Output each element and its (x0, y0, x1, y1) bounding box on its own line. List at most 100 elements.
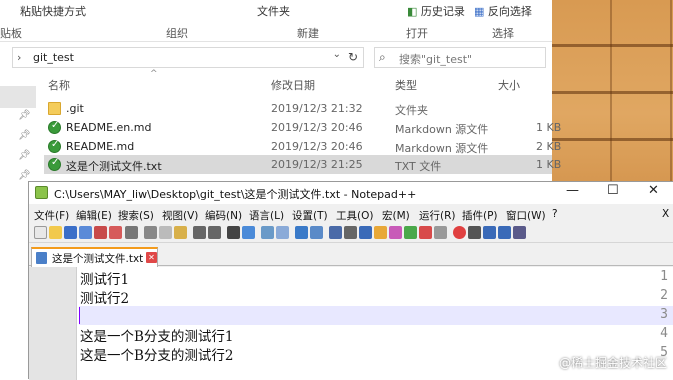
menu-encoding[interactable]: 编码(N) (205, 208, 242, 223)
pin-icon[interactable]: 📌︎ (18, 110, 31, 121)
close-document-button[interactable]: X (662, 208, 669, 220)
pin-icon[interactable]: 📌︎ (18, 130, 31, 141)
line-number: 1 (660, 269, 668, 284)
tab-bar: 这是个测试文件.txt ✕ (29, 244, 673, 267)
folder-workspace-icon[interactable] (419, 226, 432, 239)
play-macro-icon[interactable] (483, 226, 496, 239)
menu-macro[interactable]: 宏(M) (382, 208, 410, 223)
file-type: 文件夹 (395, 104, 428, 117)
menu-bar: 文件(F) 编辑(E) 搜索(S) 视图(V) 编码(N) 语言(L) 设置(T… (29, 205, 673, 223)
undo-icon[interactable] (193, 226, 206, 239)
menu-help[interactable]: ? (552, 208, 558, 220)
editor-line[interactable]: 测试行2 (79, 287, 673, 307)
title-bar[interactable]: C:\Users\MAY_liw\Desktop\git_test\这是个测试文… (29, 182, 673, 204)
pin-icon[interactable]: 📌︎ (18, 170, 31, 181)
udl-icon[interactable] (374, 226, 387, 239)
group-clipboard: 贴板 (0, 27, 22, 40)
line-text: 测试行2 (80, 291, 130, 307)
cut-icon[interactable] (144, 226, 157, 239)
menu-language[interactable]: 语言(L) (249, 208, 284, 223)
sync-v-icon[interactable] (295, 226, 308, 239)
close-file-icon[interactable] (94, 226, 107, 239)
file-row[interactable]: .git 2019/12/3 21:32 文件夹 (44, 99, 552, 118)
close-all-icon[interactable] (109, 226, 122, 239)
file-size: 1 KB (536, 158, 562, 171)
menu-file[interactable]: 文件(F) (34, 208, 69, 223)
tab-close-icon[interactable]: ✕ (146, 252, 157, 263)
sync-h-icon[interactable] (310, 226, 323, 239)
group-open: 打开 (406, 27, 428, 40)
menu-search[interactable]: 搜索(S) (118, 208, 154, 223)
file-date: 2019/12/3 20:46 (271, 140, 363, 153)
stop-macro-icon[interactable] (468, 226, 481, 239)
editor-line-current[interactable] (79, 306, 673, 325)
zoom-in-icon[interactable] (261, 226, 274, 239)
file-row[interactable]: README.en.md 2019/12/3 20:46 Markdown 源文… (44, 118, 561, 137)
paste-icon[interactable] (174, 226, 187, 239)
run-macro-multiple-icon[interactable] (498, 226, 511, 239)
line-text: 这是一个B分支的测试行1 (80, 329, 234, 345)
nav-selected-item[interactable] (0, 86, 36, 108)
menu-settings[interactable]: 设置(T) (292, 208, 328, 223)
maximize-button[interactable]: ☐ (607, 183, 619, 198)
file-row[interactable]: README.md 2019/12/3 20:46 Markdown 源文件 2… (44, 137, 561, 156)
chevron-down-icon[interactable]: ⌄ (333, 49, 341, 60)
open-file-icon[interactable] (49, 226, 62, 239)
line-number: 4 (660, 326, 668, 341)
line-number-gutter (29, 267, 77, 380)
editor-line[interactable]: 这是一个B分支的测试行1 (79, 325, 673, 345)
close-button[interactable]: ✕ (648, 183, 659, 198)
tab-label: 这是个测试文件.txt (52, 253, 144, 265)
ribbon-group-labels: 贴板 组织 新建 打开 选择 (0, 20, 552, 42)
monitoring-icon[interactable] (434, 226, 447, 239)
menu-edit[interactable]: 编辑(E) (76, 208, 112, 223)
function-list-icon[interactable] (404, 226, 417, 239)
group-new: 新建 (297, 27, 319, 40)
doc-map-icon[interactable] (389, 226, 402, 239)
menu-run[interactable]: 运行(R) (419, 208, 456, 223)
save-icon[interactable] (64, 226, 77, 239)
menu-window[interactable]: 窗口(W) (506, 208, 546, 223)
redo-icon[interactable] (208, 226, 221, 239)
tab-document[interactable]: 这是个测试文件.txt ✕ (31, 247, 158, 267)
record-macro-icon[interactable] (453, 226, 466, 239)
search-icon: ⌕ (379, 50, 386, 64)
minimize-button[interactable]: — (566, 183, 579, 198)
file-row-selected[interactable]: 这是个测试文件.txt 2019/12/3 21:25 TXT 文件 1 KB (44, 155, 561, 174)
breadcrumb-separator[interactable]: › (17, 51, 21, 64)
sort-arrow-icon: ^ (150, 69, 158, 79)
indent-guide-icon[interactable] (359, 226, 372, 239)
refresh-icon[interactable]: ↻ (348, 50, 358, 64)
all-chars-icon[interactable] (344, 226, 357, 239)
file-name: 这是个测试文件.txt (66, 160, 162, 173)
column-date[interactable]: 修改日期 (271, 77, 315, 93)
column-size[interactable]: 大小 (498, 77, 520, 93)
find-icon[interactable] (227, 226, 240, 239)
copy-icon[interactable] (159, 226, 172, 239)
menu-view[interactable]: 视图(V) (162, 208, 198, 223)
save-macro-icon[interactable] (513, 226, 526, 239)
file-type: Markdown 源文件 (395, 123, 489, 136)
paste-shortcut-button[interactable]: 粘贴快捷方式 (20, 3, 86, 19)
menu-tools[interactable]: 工具(O) (336, 208, 373, 223)
zoom-out-icon[interactable] (276, 226, 289, 239)
invert-selection-button[interactable]: ▦ 反向选择 (474, 3, 532, 19)
save-all-icon[interactable] (79, 226, 92, 239)
column-headers: ^ 名称 修改日期 类型 大小 (36, 69, 552, 94)
address-bar[interactable]: › git_test ⌄ ↻ (12, 47, 364, 68)
pin-icon[interactable]: 📌︎ (18, 150, 31, 161)
search-input[interactable]: ⌕ 搜索"git_test" (374, 47, 546, 68)
column-name[interactable]: 名称 (48, 77, 70, 93)
wrap-icon[interactable] (329, 226, 342, 239)
breadcrumb-current[interactable]: git_test (33, 51, 74, 64)
replace-icon[interactable] (242, 226, 255, 239)
editor-line[interactable]: 测试行1 (79, 268, 673, 288)
history-button[interactable]: ◧ 历史记录 (407, 3, 465, 19)
history-icon: ◧ (407, 5, 418, 18)
column-type[interactable]: 类型 (395, 77, 417, 93)
new-file-icon[interactable] (34, 226, 47, 239)
menu-plugins[interactable]: 插件(P) (462, 208, 498, 223)
print-icon[interactable] (125, 226, 138, 239)
saved-file-icon (36, 252, 47, 264)
group-organize: 组织 (166, 27, 188, 40)
